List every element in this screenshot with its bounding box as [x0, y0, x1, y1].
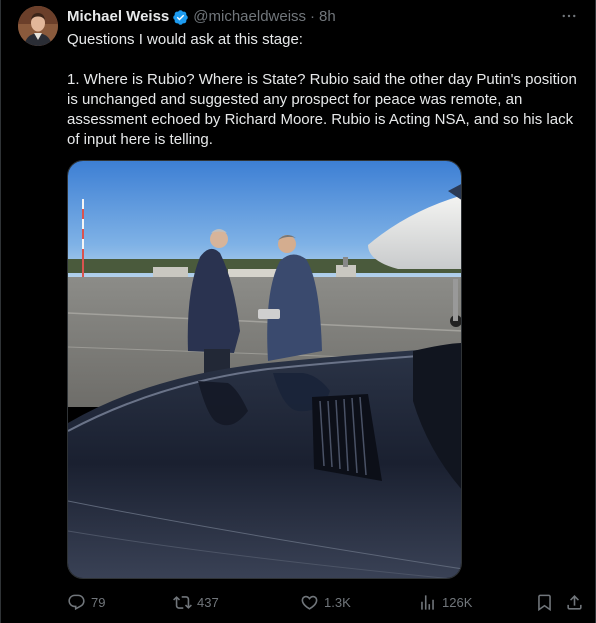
repost-button[interactable]: 437: [173, 588, 219, 616]
verified-badge-icon[interactable]: [172, 9, 189, 26]
photo-men-airport-tarmac: [68, 161, 461, 578]
tweet-paragraph: Questions I would ask at this stage:: [67, 31, 303, 48]
tweet-text: Questions I would ask at this stage: 1. …: [67, 30, 583, 150]
views-icon: [418, 593, 437, 612]
repost-icon: [173, 593, 192, 612]
share-button[interactable]: [565, 588, 589, 616]
more-horizontal-icon[interactable]: [557, 6, 581, 26]
tweet-paragraph: 1. Where is Rubio? Where is State? Rubio…: [67, 71, 577, 148]
views-button[interactable]: 126K: [418, 588, 472, 616]
bookmark-button[interactable]: [535, 588, 559, 616]
tweet-actions: 79 437 1.3K 126K: [63, 588, 587, 616]
media-photo[interactable]: [67, 160, 462, 579]
reply-count: 79: [91, 594, 106, 610]
tweet[interactable]: Michael Weiss @michaeldweiss · 8h Questi…: [0, 0, 596, 623]
like-button[interactable]: 1.3K: [300, 588, 351, 616]
post-time[interactable]: 8h: [319, 7, 336, 27]
share-icon: [565, 593, 584, 612]
reply-button[interactable]: 79: [67, 588, 105, 616]
avatar-image: [18, 6, 58, 46]
like-count: 1.3K: [324, 594, 351, 610]
bookmark-icon: [535, 593, 554, 612]
tweet-header: Michael Weiss @michaeldweiss · 8h: [67, 7, 336, 27]
author-display-name[interactable]: Michael Weiss: [67, 7, 169, 27]
avatar[interactable]: [18, 6, 58, 46]
views-count: 126K: [442, 594, 473, 610]
heart-icon: [300, 593, 319, 612]
repost-count: 437: [197, 594, 219, 610]
reply-icon: [67, 593, 86, 612]
header-separator: ·: [310, 8, 316, 25]
author-handle[interactable]: @michaeldweiss: [193, 7, 306, 27]
